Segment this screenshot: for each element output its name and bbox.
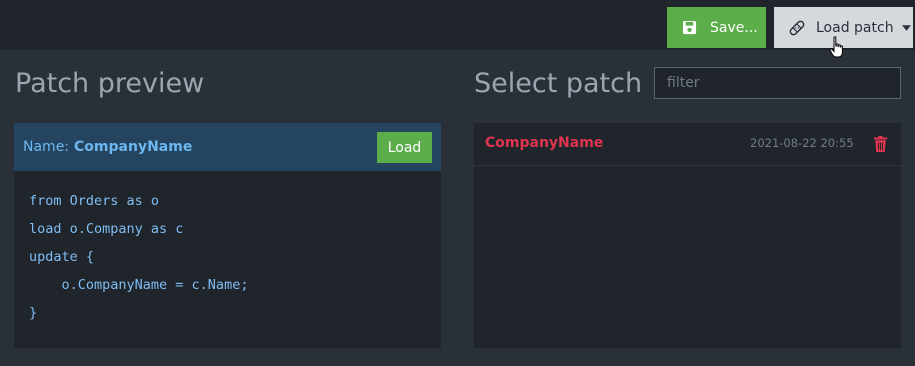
code-line: from Orders as o	[29, 193, 160, 209]
hand-pointer-icon	[829, 36, 843, 58]
patch-name-value: CompanyName	[74, 139, 193, 155]
patch-code-block: from Orders as o load o.Company as c updat…	[29, 187, 248, 327]
patch-preview-panel: Name: CompanyName Load from Orders as o l…	[14, 123, 441, 348]
patch-item-name[interactable]: CompanyName	[485, 135, 603, 151]
filter-input[interactable]	[654, 67, 901, 99]
caret-down-icon	[901, 24, 911, 31]
save-button[interactable]: Save...	[667, 7, 766, 48]
load-button[interactable]: Load	[377, 132, 432, 163]
select-patch-heading: Select patch	[474, 68, 643, 99]
bandaid-icon	[789, 20, 805, 35]
name-label: Name:	[23, 139, 70, 155]
patch-list-panel: CompanyName 2021-08-22 20:55	[474, 123, 901, 348]
patch-preview-heading: Patch preview	[15, 68, 205, 99]
load-patch-label: Load patch	[816, 19, 894, 36]
save-button-label: Save...	[710, 19, 758, 36]
code-line: }	[29, 305, 38, 321]
code-line: o.CompanyName = c.Name;	[29, 277, 249, 293]
patch-list-item[interactable]: CompanyName 2021-08-22 20:55	[474, 123, 901, 166]
patch-item-date: 2021-08-22 20:55	[750, 136, 854, 150]
preview-header: Name: CompanyName Load	[14, 123, 441, 171]
code-line: update {	[29, 249, 95, 265]
code-line: load o.Company as c	[29, 221, 184, 237]
trash-icon[interactable]	[874, 136, 887, 152]
floppy-disk-icon	[682, 20, 697, 35]
